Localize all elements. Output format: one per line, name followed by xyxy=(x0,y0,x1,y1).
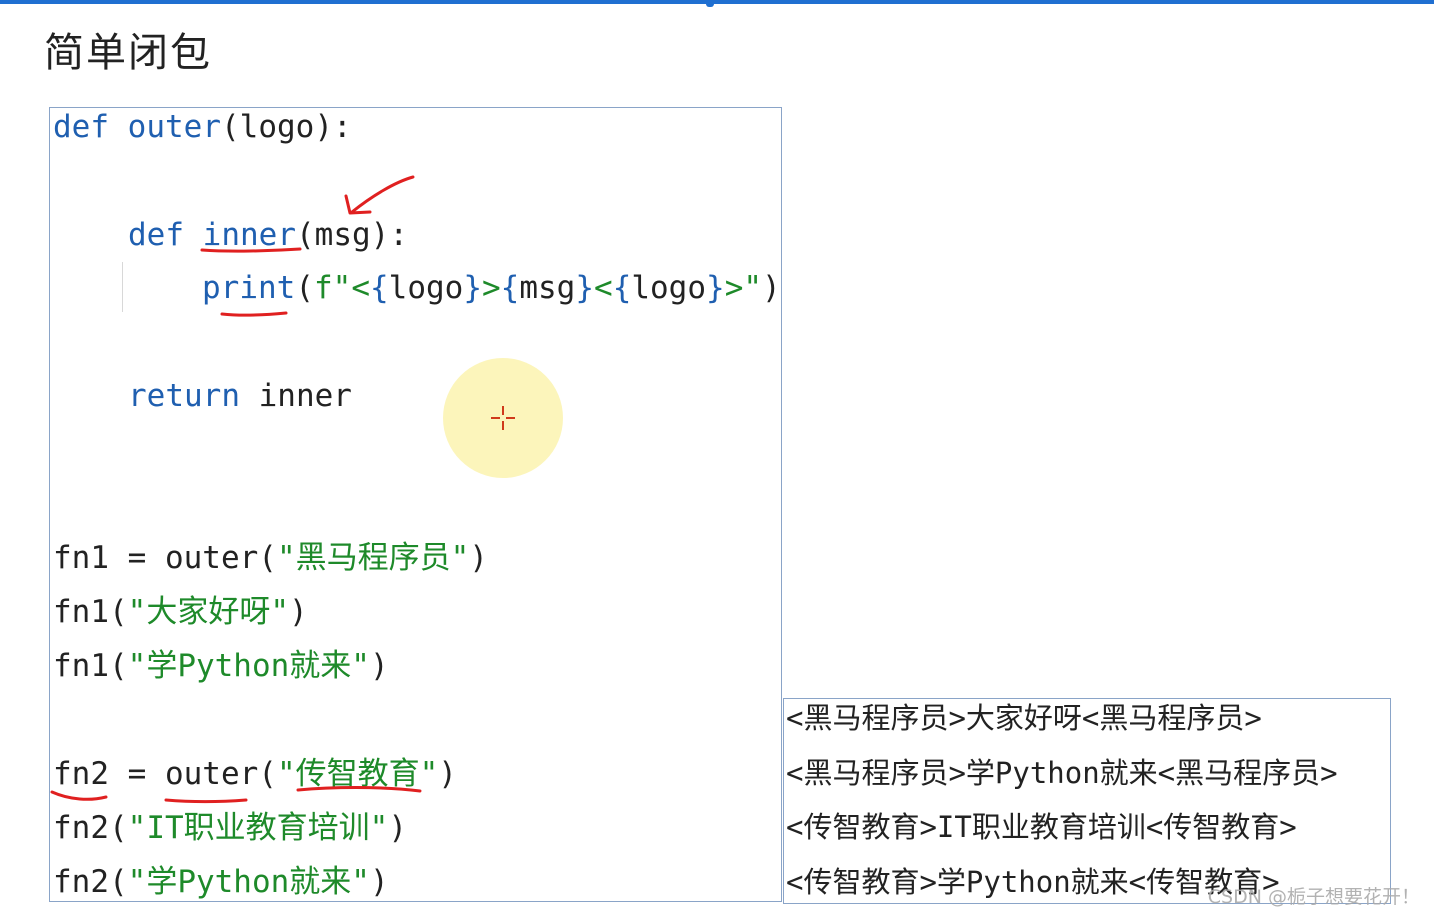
code-text: ) xyxy=(369,864,389,900)
code-line-fn2-call-1: fn2("IT职业教育培训") xyxy=(53,809,407,847)
code-text: fn1( xyxy=(53,648,128,684)
string-literal: "传智教育" xyxy=(276,756,439,792)
return-value: inner xyxy=(239,378,352,414)
string-literal: "学Python就来" xyxy=(127,648,370,684)
code-text: fn2( xyxy=(53,810,128,846)
output-line: <传智教育>学Python就来<传智教育> xyxy=(786,865,1280,899)
code-text: fn2 = outer( xyxy=(53,756,277,792)
string-literal: "学Python就来" xyxy=(127,864,370,900)
keyword-return: return xyxy=(128,378,240,414)
brace: } xyxy=(463,270,482,306)
string-literal: "IT职业教育培训" xyxy=(127,810,389,846)
code-line-fn1-call-1: fn1("大家好呀") xyxy=(53,593,308,631)
fstring-part: > xyxy=(482,270,501,306)
watermark: CSDN @栀子想要花开！ xyxy=(1207,886,1420,908)
output-line: <传智教育>IT职业教育培训<传智教育> xyxy=(786,810,1297,844)
keyword-def: def xyxy=(53,109,109,145)
top-accent-marker xyxy=(706,0,714,7)
fstring-part: < xyxy=(594,270,613,306)
code-text: fn2( xyxy=(53,864,128,900)
brace: } xyxy=(706,270,725,306)
fstring-start: f"< xyxy=(314,270,370,306)
var-logo: logo xyxy=(631,270,707,306)
paren-close: ) xyxy=(762,270,781,306)
string-literal: "大家好呀" xyxy=(127,594,289,630)
builtin-print: print xyxy=(202,270,296,306)
string-literal: "黑马程序员" xyxy=(276,540,470,576)
code-line-fn2-assign: fn2 = outer("传智教育") xyxy=(53,755,457,793)
output-line: <黑马程序员>学Python就来<黑马程序员> xyxy=(786,756,1338,790)
fstring-end: >" xyxy=(724,270,763,306)
brace: { xyxy=(500,270,520,306)
code-line-fn1-call-2: fn1("学Python就来") xyxy=(53,647,389,685)
output-line: <黑马程序员>大家好呀<黑马程序员> xyxy=(786,701,1262,735)
slide-title: 简单闭包 xyxy=(44,30,212,76)
indent-guide xyxy=(122,262,123,312)
code-text: ) xyxy=(438,756,457,792)
keyword-def: def xyxy=(128,217,184,253)
code-line-fn2-call-2: fn2("学Python就来") xyxy=(53,863,389,901)
code-line-print: print(f"<{logo}>{msg}<{logo}>") xyxy=(202,269,781,307)
code-text: ) xyxy=(469,540,488,576)
code-text: ) xyxy=(369,648,389,684)
code-line-def-outer: def outer(logo): xyxy=(53,108,352,146)
params-outer: (logo): xyxy=(221,109,352,145)
brace: { xyxy=(612,270,632,306)
code-text: ) xyxy=(288,594,308,630)
code-text: ) xyxy=(388,810,407,846)
var-msg: msg xyxy=(519,270,576,306)
code-text: fn1 = outer( xyxy=(53,540,277,576)
code-line-return: return inner xyxy=(128,377,352,415)
code-line-fn1-assign: fn1 = outer("黑马程序员") xyxy=(53,539,488,577)
params-inner: (msg): xyxy=(296,217,408,253)
var-logo: logo xyxy=(388,270,464,306)
brace: { xyxy=(370,270,389,306)
brace: } xyxy=(575,270,595,306)
paren-open: ( xyxy=(295,270,314,306)
function-name-outer: outer xyxy=(127,109,221,145)
function-name-inner: inner xyxy=(202,217,296,253)
top-accent-bar xyxy=(0,0,1434,4)
code-line-def-inner: def inner(msg): xyxy=(128,216,408,254)
crosshair-cursor-icon xyxy=(491,406,515,430)
code-text: fn1( xyxy=(53,594,128,630)
